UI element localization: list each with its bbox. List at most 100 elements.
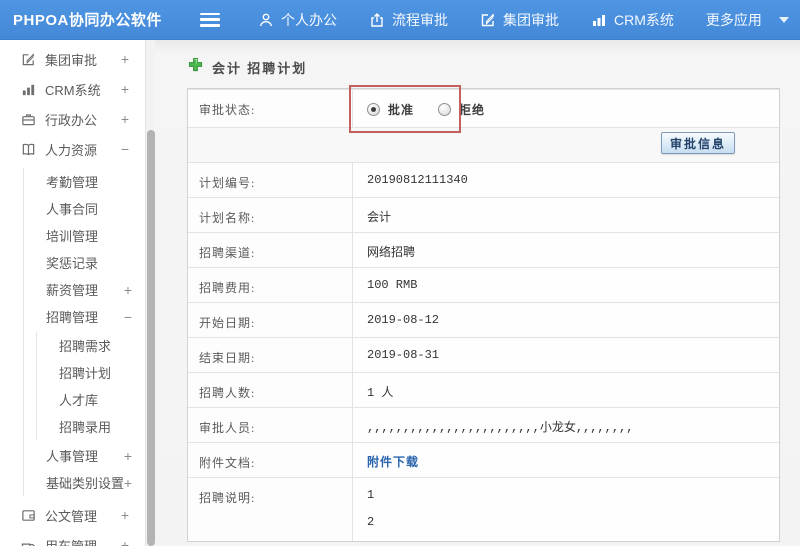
field-label: 开始日期: (188, 303, 353, 337)
radio-reject-label[interactable]: 拒绝 (459, 101, 485, 118)
row-recruit-channel: 招聘渠道: 网络招聘 (188, 232, 779, 267)
field-value: 20190812111340 (367, 173, 468, 187)
nav-more-apps[interactable]: 更多应用 (706, 10, 789, 30)
field-label: 招聘渠道: (188, 233, 353, 267)
field-label: 审批人员: (188, 408, 353, 442)
nav-label: CRM系统 (614, 11, 674, 28)
field-label: 招聘人数: (188, 373, 353, 407)
submenu-human-resources: 考勤管理 人事合同 培训管理 奖惩记录 薪资管理 + 招聘管理 − 招聘需求 招… (23, 168, 145, 496)
process-export-icon (369, 12, 385, 28)
page-title: 会计 招聘计划 (188, 57, 800, 77)
nav-group-approval[interactable]: 集团审批 (480, 10, 559, 30)
sidebar-item-document-mgmt[interactable]: 公文管理 + (0, 500, 145, 530)
expand-toggle[interactable]: + (124, 475, 132, 491)
page-title-text: 会计 招聘计划 (212, 60, 308, 76)
row-recruit-headcount: 招聘人数: 1 人 (188, 372, 779, 407)
attachment-download-link[interactable]: 附件下载 (367, 455, 419, 469)
nav-label: 个人办公 (281, 11, 337, 28)
field-value: 2019-08-31 (367, 348, 440, 362)
field-label: 计划名称: (188, 198, 353, 232)
row-start-date: 开始日期: 2019-08-12 (188, 302, 779, 337)
bar-chart-icon (20, 81, 36, 97)
book-icon (20, 141, 36, 157)
row-recruit-cost: 招聘费用: 100 RMB (188, 267, 779, 302)
nav-label: 流程审批 (392, 11, 448, 28)
sidebar-item-personnel-mgmt[interactable]: 人事管理 + (24, 442, 145, 469)
sidebar-item-group-approval[interactable]: 集团审批 + (0, 44, 145, 74)
car-icon (20, 537, 36, 546)
sidebar: 集团审批 + CRM系统 + 行政办公 + 人力资源 − 考勤管理 人事合同 培… (0, 40, 145, 546)
app-title: PHPOA协同办公软件 (13, 12, 162, 29)
field-label: 招聘费用: (188, 268, 353, 302)
sidebar-item-vehicle-mgmt[interactable]: 用车管理 + (0, 530, 145, 546)
user-icon (258, 12, 274, 28)
sidebar-item-training-mgmt[interactable]: 培训管理 (24, 222, 145, 249)
expand-toggle[interactable]: + (121, 507, 129, 523)
briefcase-icon (20, 111, 36, 127)
sidebar-scrollbar-track[interactable] (145, 40, 155, 546)
field-label: 计划编号: (188, 163, 353, 197)
field-value: 100 RMB (367, 278, 418, 292)
sidebar-scrollbar-thumb[interactable] (147, 130, 155, 546)
expand-toggle[interactable]: + (121, 111, 129, 127)
sidebar-item-human-resources[interactable]: 人力资源 − (0, 134, 145, 164)
row-attachment-doc: 附件文档: 附件下载 (188, 442, 779, 477)
sidebar-item-salary-mgmt[interactable]: 薪资管理 + (24, 276, 145, 303)
row-plan-number: 计划编号: 20190812111340 (188, 162, 779, 197)
expand-toggle[interactable]: + (121, 81, 129, 97)
expand-toggle[interactable]: + (121, 51, 129, 67)
sidebar-item-reward-punish-records[interactable]: 奖惩记录 (24, 249, 145, 276)
row-approval-status: 审批状态: 批准 拒绝 (188, 89, 779, 127)
row-recruit-note: 招聘说明: 1 2 (188, 477, 779, 541)
top-navigation: 个人办公 流程审批 集团审批 CRM系统 更多应用 (258, 10, 789, 30)
green-plus-icon (188, 57, 203, 77)
sidebar-item-recruit-mgmt[interactable]: 招聘管理 − (24, 303, 145, 330)
radio-approve[interactable] (367, 103, 380, 116)
caret-down-icon (778, 16, 789, 23)
sidebar-item-attendance-mgmt[interactable]: 考勤管理 (24, 168, 145, 195)
approve-info-button[interactable]: 审批信息 (660, 132, 735, 154)
main-content: 会计 招聘计划 审批状态: 批准 拒绝 审批信息 计划编号: 201908121… (155, 40, 800, 546)
expand-toggle[interactable]: + (124, 448, 132, 464)
sidebar-item-crm-system[interactable]: CRM系统 + (0, 74, 145, 104)
edit-square-icon (480, 12, 496, 28)
row-approvers: 审批人员: ,,,,,,,,,,,,,,,,,,,,,,,,小龙女,,,,,,,… (188, 407, 779, 442)
approval-status-radios: 批准 拒绝 (367, 100, 779, 118)
recruit-plan-detail-table: 审批状态: 批准 拒绝 审批信息 计划编号: 20190812111340 计划… (187, 85, 780, 542)
sidebar-item-hr-contract[interactable]: 人事合同 (24, 195, 145, 222)
sidebar-item-recruit-hiring[interactable]: 招聘录用 (37, 413, 145, 440)
collapse-toggle[interactable]: − (124, 309, 132, 325)
expand-toggle[interactable]: + (121, 537, 129, 546)
nav-personal-office[interactable]: 个人办公 (258, 10, 337, 30)
collapse-toggle[interactable]: − (121, 141, 129, 157)
row-plan-name: 计划名称: 会计 (188, 197, 779, 232)
sidebar-item-recruit-plan[interactable]: 招聘计划 (37, 359, 145, 386)
top-bar: PHPOA协同办公软件 个人办公 流程审批 集团审批 CRM系统 更多应用 (0, 0, 800, 40)
sidebar-item-base-category-settings[interactable]: 基础类别设置 + (24, 469, 145, 496)
sidebar-item-talent-pool[interactable]: 人才库 (37, 386, 145, 413)
sidebar-item-admin-office[interactable]: 行政办公 + (0, 104, 145, 134)
nav-label: 集团审批 (503, 11, 559, 28)
hamburger-menu-icon[interactable] (200, 12, 220, 27)
field-label: 审批状态: (188, 90, 353, 127)
field-label: 招聘说明: (188, 478, 353, 541)
submenu-recruit-mgmt: 招聘需求 招聘计划 人才库 招聘录用 (36, 332, 145, 440)
sidebar-item-recruit-demand[interactable]: 招聘需求 (37, 332, 145, 359)
field-label: 附件文档: (188, 443, 353, 477)
radio-approve-label[interactable]: 批准 (388, 101, 414, 118)
nav-process-approval[interactable]: 流程审批 (369, 10, 448, 30)
field-value: 2019-08-12 (367, 313, 440, 327)
row-end-date: 结束日期: 2019-08-31 (188, 337, 779, 372)
field-value: ,,,,,,,,,,,,,,,,,,,,,,,,小龙女,,,,,,,, (367, 421, 634, 435)
field-value: 网络招聘 (367, 246, 416, 260)
expand-toggle[interactable]: + (124, 282, 132, 298)
radio-reject[interactable] (438, 103, 452, 116)
document-icon (20, 507, 36, 523)
note-line: 1 (367, 488, 375, 502)
row-approve-action: 审批信息 (188, 127, 779, 162)
edit-square-icon (20, 51, 36, 67)
field-label: 结束日期: (188, 338, 353, 372)
field-value: 会计 (367, 211, 392, 225)
note-line: 2 (367, 515, 375, 529)
nav-crm-system[interactable]: CRM系统 (591, 10, 674, 30)
